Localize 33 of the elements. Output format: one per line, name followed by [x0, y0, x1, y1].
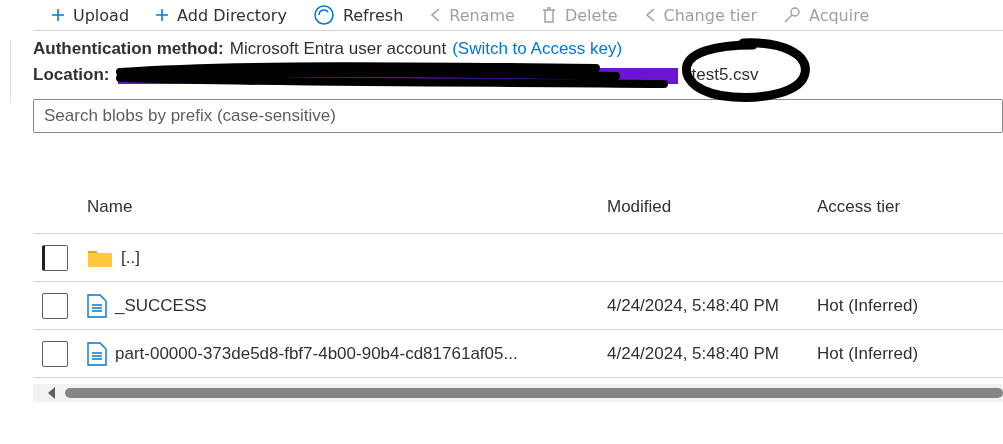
chevron-icon [643, 7, 656, 23]
file-name: test5.csv [691, 65, 759, 85]
refresh-icon [312, 4, 335, 26]
field-label: Authentication method: [33, 39, 224, 59]
row-checkbox[interactable] [42, 340, 68, 367]
row-checkbox[interactable] [42, 244, 68, 271]
table-cell-text: 4/24/2024, 5:48:40 PM [607, 295, 781, 316]
scroll-left-icon[interactable] [47, 387, 57, 399]
table-cell-text: Hot (Inferred) [817, 295, 920, 316]
toolbar-button[interactable]: Refresh [312, 4, 404, 26]
document-icon [87, 293, 107, 318]
search-field[interactable]: Search blobs by prefix (case-sensitive) [33, 99, 1003, 133]
trash-icon [540, 6, 557, 24]
horizontal-scrollbar[interactable] [33, 384, 1003, 402]
plus-icon [51, 8, 65, 22]
scrollbar-thumb[interactable] [65, 388, 1003, 398]
toolbar-button[interactable]: Add Directory [155, 5, 287, 25]
document-icon [87, 341, 107, 366]
column-header[interactable]: Access tier [817, 197, 1003, 217]
auth-method-value: Microsoft Entra user account [229, 39, 447, 59]
blob-name[interactable]: part-00000-373de5d8-fbf7-4b00-90b4-cd81761af05... [115, 343, 518, 364]
blob-name[interactable]: _SUCCESS [115, 295, 207, 316]
chevron-icon [429, 7, 442, 23]
row-checkbox[interactable] [42, 292, 68, 319]
field-label: Location: [33, 65, 110, 85]
switch-link[interactable]: (Switch to Access key) [452, 39, 623, 59]
column-header[interactable]: Modified [607, 197, 817, 217]
column-header[interactable]: Name [87, 197, 607, 217]
blob-name[interactable]: [..] [121, 247, 140, 268]
toolbar-button[interactable]: Upload [51, 5, 130, 25]
plus-icon [155, 8, 170, 22]
table-cell-text: Hot (Inferred) [817, 343, 920, 364]
table-cell-text: 4/24/2024, 5:48:40 PM [607, 343, 781, 364]
